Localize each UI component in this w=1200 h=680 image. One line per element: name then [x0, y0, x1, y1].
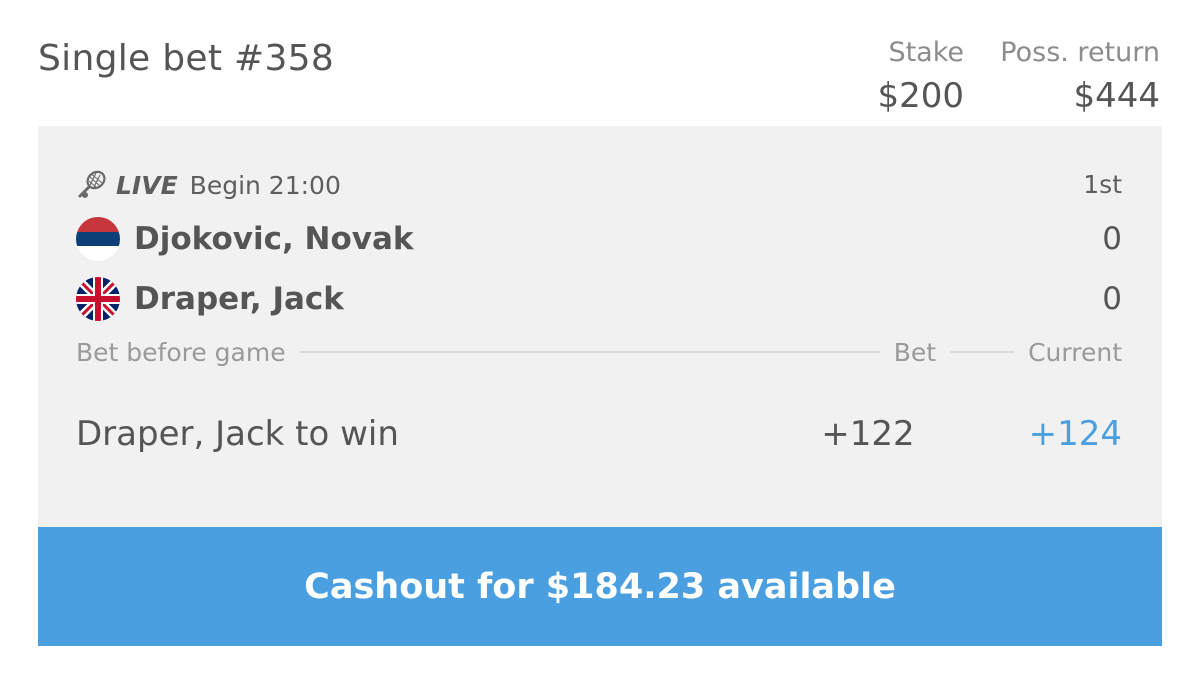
period-indicator: 1st: [1083, 170, 1122, 199]
bet-before-game-label: Bet before game: [76, 337, 286, 367]
divider: [950, 351, 1015, 353]
possible-return-value: $444: [1073, 76, 1160, 116]
serbia-flag-icon: [76, 217, 120, 261]
player-score: 0: [1102, 281, 1122, 317]
selection-market: Draper, Jack to win: [76, 414, 399, 454]
bet-slip: Single bet #358 Stake $200 Poss. return …: [0, 0, 1200, 680]
odds-header-row: Bet before game Bet Current: [76, 334, 1122, 370]
bet-title: Single bet #358: [38, 38, 335, 79]
player-row: Djokovic, Novak 0: [76, 216, 1122, 262]
cashout-button[interactable]: Cashout for $184.23 available: [38, 527, 1162, 646]
live-status-row: LIVE Begin 21:00: [76, 168, 341, 202]
divider: [299, 351, 880, 353]
possible-return-label: Poss. return: [1000, 37, 1160, 68]
stake-label: Stake: [888, 37, 964, 68]
selection-row: Draper, Jack to win +122 +124: [76, 410, 1122, 458]
player-row: Draper, Jack 0: [76, 276, 1122, 322]
player-name: Draper, Jack: [134, 281, 344, 317]
begin-time: Begin 21:00: [189, 170, 341, 200]
possible-return-summary: Poss. return $444: [1000, 36, 1160, 118]
bet-column-header: Bet: [893, 337, 937, 367]
stake-value: $200: [877, 76, 964, 116]
current-odds: +124: [1028, 414, 1122, 454]
player-name: Djokovic, Novak: [134, 221, 414, 257]
event-card: LIVE Begin 21:00 1st Djokovic, Novak 0 D…: [38, 126, 1162, 527]
current-column-header: Current: [1028, 337, 1122, 367]
bet-odds: +122: [821, 414, 915, 454]
player-score: 0: [1102, 221, 1122, 257]
tennis-racket-icon: [76, 169, 108, 201]
uk-flag-icon: [76, 277, 120, 321]
live-label: LIVE: [116, 170, 178, 200]
stake-summary: Stake $200: [877, 36, 964, 118]
